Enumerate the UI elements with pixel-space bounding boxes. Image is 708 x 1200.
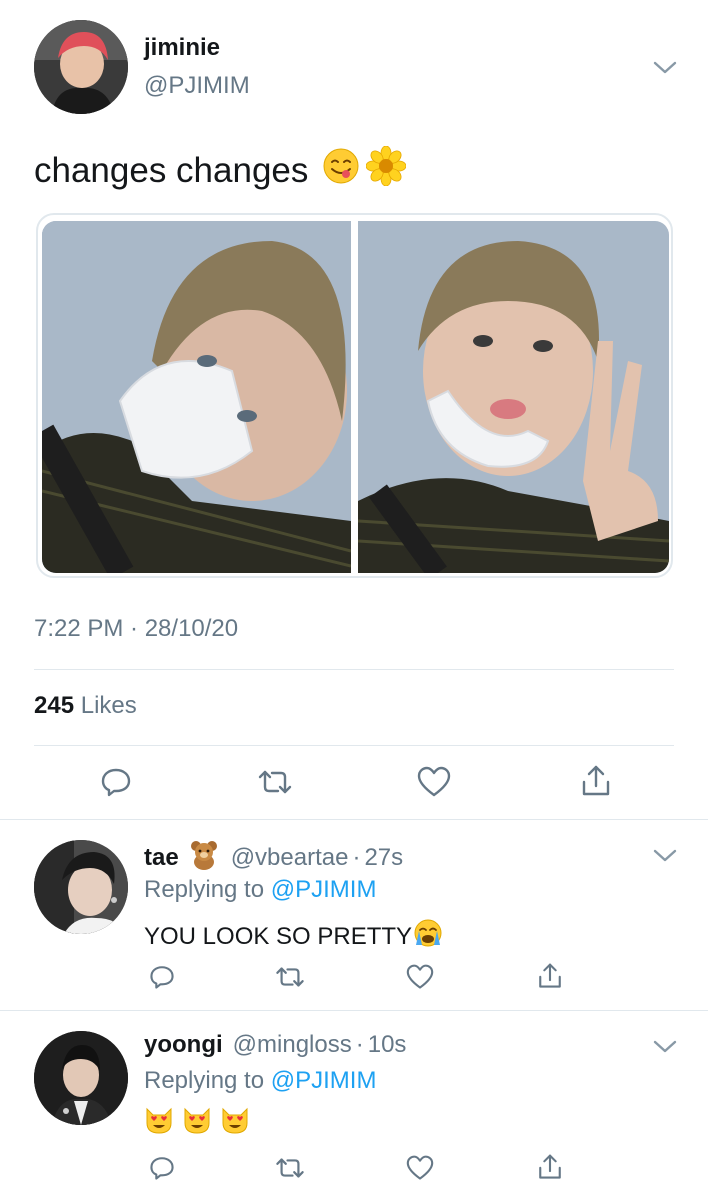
replying-to-label: Replying to xyxy=(144,876,265,903)
replying-to: Replying to @PJIMIM xyxy=(144,1067,376,1095)
tweet-text: changes changes xyxy=(34,145,407,195)
author-avatar[interactable] xyxy=(34,20,128,114)
tweet-photo[interactable] xyxy=(358,221,669,573)
replying-to-label: Replying to xyxy=(144,1067,265,1094)
divider xyxy=(34,669,674,670)
replying-to: Replying to @PJIMIM xyxy=(144,876,376,904)
share-icon[interactable] xyxy=(534,959,566,993)
tweet-timestamp[interactable]: 7:22 PM · 28/10/20 xyxy=(34,615,238,643)
replying-to-mention[interactable]: @PJIMIM xyxy=(271,876,377,903)
reply-time[interactable]: 27s xyxy=(364,844,403,872)
yum-face-icon xyxy=(322,147,360,194)
loudly-crying-face-icon xyxy=(412,918,444,955)
reply-avatar[interactable] xyxy=(34,840,128,934)
chevron-down-icon[interactable] xyxy=(652,60,678,76)
heart-eyes-cat-icon xyxy=(220,1105,250,1142)
like-icon[interactable] xyxy=(404,961,436,993)
likes-label: Likes xyxy=(80,692,137,719)
divider xyxy=(34,745,674,746)
tweet-photo[interactable] xyxy=(42,221,351,573)
tweet-text-content: changes changes xyxy=(34,150,309,190)
reply-avatar[interactable] xyxy=(34,1031,128,1125)
likes-number: 245 xyxy=(34,692,75,719)
reply-text-content: YOU LOOK SO PRETTY xyxy=(144,922,413,950)
retweet-icon[interactable] xyxy=(254,764,296,800)
author-display-name[interactable]: jiminie xyxy=(144,34,220,62)
reply-text xyxy=(144,1105,250,1142)
reply-handle[interactable]: @vbeartae xyxy=(231,844,349,872)
reply-tweet[interactable]: tae @vbeartae · 27s Replying to @PJIMIM … xyxy=(0,820,708,1010)
reply-time[interactable]: 10s xyxy=(368,1031,407,1059)
reply-icon[interactable] xyxy=(146,961,178,993)
reply-separator: · xyxy=(355,1031,364,1058)
reply-display-name[interactable]: yoongi xyxy=(144,1031,223,1059)
reply-header: yoongi @mingloss · 10s xyxy=(144,1031,406,1059)
reply-tweet[interactable]: yoongi @mingloss · 10s Replying to @PJIM… xyxy=(0,1011,708,1200)
retweet-icon[interactable] xyxy=(272,961,308,993)
reply-icon[interactable] xyxy=(146,1152,178,1184)
share-icon[interactable] xyxy=(534,1150,566,1184)
reply-separator: · xyxy=(352,843,361,871)
main-tweet: jiminie @PJIMIM changes changes 7:22 PM … xyxy=(0,0,708,820)
blossom-icon xyxy=(365,145,407,195)
heart-eyes-cat-icon xyxy=(144,1105,174,1142)
replying-to-mention[interactable]: @PJIMIM xyxy=(271,1067,377,1094)
reply-icon[interactable] xyxy=(96,764,136,800)
like-icon[interactable] xyxy=(414,764,454,800)
retweet-icon[interactable] xyxy=(272,1152,308,1184)
reply-display-name[interactable]: tae xyxy=(144,844,179,872)
chevron-down-icon[interactable] xyxy=(652,1039,678,1055)
author-handle[interactable]: @PJIMIM xyxy=(144,72,250,100)
share-icon[interactable] xyxy=(576,762,616,800)
reply-handle[interactable]: @mingloss xyxy=(233,1031,352,1059)
chevron-down-icon[interactable] xyxy=(652,848,678,864)
like-icon[interactable] xyxy=(404,1152,436,1184)
heart-eyes-cat-icon xyxy=(182,1105,212,1142)
tweet-media[interactable] xyxy=(36,213,673,578)
likes-count[interactable]: 245 Likes xyxy=(34,692,137,720)
reply-header: tae @vbeartae · 27s xyxy=(144,840,403,875)
bear-icon xyxy=(189,840,219,875)
reply-text: YOU LOOK SO PRETTY xyxy=(144,918,444,955)
